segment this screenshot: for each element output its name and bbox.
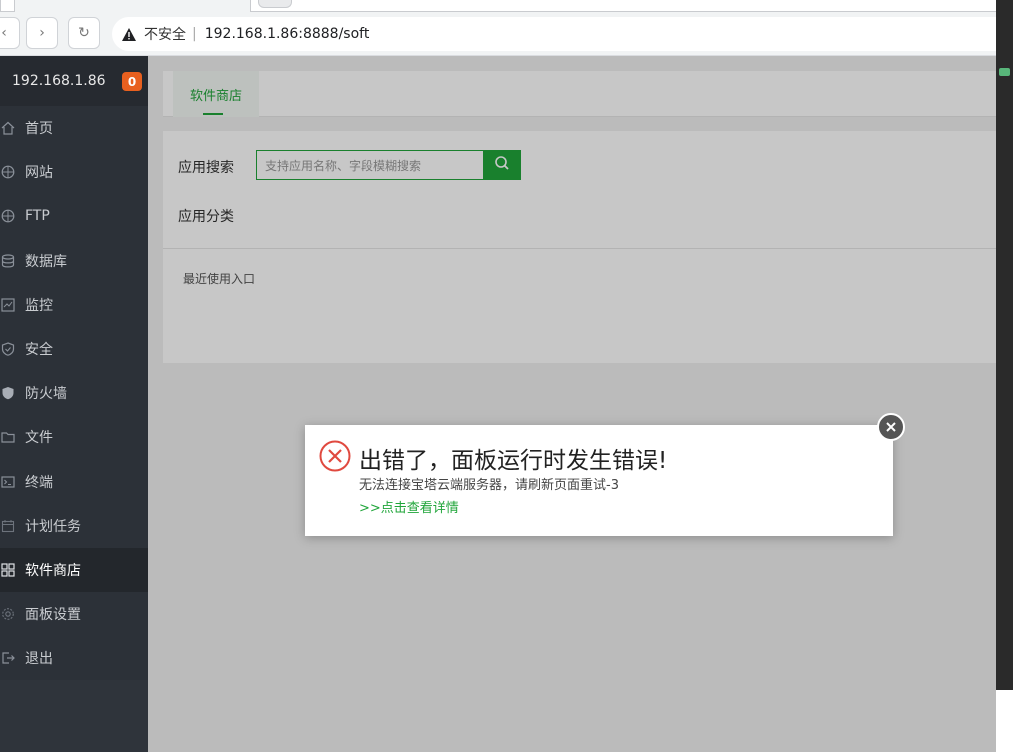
globe-icon <box>0 208 16 224</box>
sidebar-item-terminal[interactable]: 终端 <box>0 460 148 504</box>
address-separator: | <box>192 26 197 42</box>
sidebar-item-ftp[interactable]: FTP <box>0 194 148 238</box>
sidebar-item-label: 数据库 <box>25 253 67 270</box>
sidebar-item-database[interactable]: 数据库 <box>0 239 148 283</box>
monitor-icon <box>0 297 16 313</box>
details-link[interactable]: >>点击查看详情 <box>359 497 459 516</box>
grid-icon <box>0 562 16 578</box>
sidebar-item-label: 网站 <box>25 165 53 182</box>
tab-strip <box>0 0 1013 12</box>
reload-icon: ↻ <box>78 25 90 41</box>
sidebar-item-label: 防火墙 <box>25 386 67 403</box>
notification-badge[interactable]: 0 <box>122 72 142 91</box>
error-dialog: 出错了，面板运行时发生错误! 无法连接宝塔云端服务器，请刷新页面重试-3 >>点… <box>305 425 893 536</box>
sidebar-item-label: 面板设置 <box>25 607 81 624</box>
firewall-icon <box>0 385 16 401</box>
home-icon <box>0 120 16 136</box>
back-button[interactable]: ‹ <box>0 17 20 49</box>
sidebar-item-label: 监控 <box>25 297 53 314</box>
error-title: 出错了，面板运行时发生错误! <box>359 448 668 474</box>
error-message: 无法连接宝塔云端服务器，请刷新页面重试-3 <box>359 478 619 493</box>
sidebar-footer <box>0 680 148 752</box>
browser-tab-active[interactable] <box>250 0 1013 12</box>
sidebar-item-label: 首页 <box>25 121 53 138</box>
browser-tab-left[interactable] <box>0 0 15 12</box>
sidebar-item-label: 软件商店 <box>25 562 81 579</box>
sidebar-item-software-store[interactable]: 软件商店 <box>0 547 148 593</box>
sidebar-item-files[interactable]: 文件 <box>0 415 148 459</box>
database-icon <box>0 253 16 269</box>
gear-icon <box>0 606 16 622</box>
sidebar-item-logout[interactable]: 退出 <box>0 636 148 680</box>
shield-icon <box>0 341 16 357</box>
globe-icon <box>0 164 16 180</box>
sidebar-item-firewall[interactable]: 防火墙 <box>0 371 148 415</box>
logout-icon <box>0 650 16 666</box>
sidebar-item-label: FTP <box>25 208 50 225</box>
close-icon <box>885 418 897 437</box>
sidebar-header: 192.168.1.86 0 <box>0 56 148 106</box>
modal-overlay[interactable] <box>148 56 996 752</box>
calendar-icon <box>0 518 16 534</box>
warning-icon <box>122 27 136 41</box>
reload-button[interactable]: ↻ <box>68 17 100 49</box>
error-icon <box>319 440 351 472</box>
address-bar[interactable]: 不安全 | 192.168.1.86:8888/soft <box>112 17 1013 51</box>
folder-icon <box>0 429 16 445</box>
sidebar-item-label: 文件 <box>25 430 53 447</box>
sidebar-item-home[interactable]: 首页 <box>0 106 148 150</box>
new-tab-button[interactable] <box>258 0 292 8</box>
close-button[interactable] <box>877 413 905 441</box>
sidebar-item-label: 终端 <box>25 474 53 491</box>
sidebar-item-security[interactable]: 安全 <box>0 327 148 371</box>
sidebar-item-label: 退出 <box>25 651 53 668</box>
sidebar-item-monitor[interactable]: 监控 <box>0 283 148 327</box>
url-text[interactable]: 192.168.1.86:8888/soft <box>205 26 370 42</box>
forward-button[interactable]: › <box>26 17 58 49</box>
sidebar-item-label: 计划任务 <box>25 518 81 535</box>
browser-toolbar: ‹ › ↻ 不安全 | 192.168.1.86:8888/soft <box>0 0 1013 56</box>
sidebar: 192.168.1.86 0 首页 网站 FTP 数据库 监控 安全 防火墙 文… <box>0 56 148 752</box>
sidebar-nav: 首页 网站 FTP 数据库 监控 安全 防火墙 文件 终端 计划任务 软件商店 … <box>0 106 148 680</box>
sidebar-item-cron[interactable]: 计划任务 <box>0 504 148 548</box>
sidebar-item-label: 安全 <box>25 342 53 359</box>
terminal-icon <box>0 474 16 490</box>
forward-icon: › <box>39 25 45 41</box>
sidebar-item-settings[interactable]: 面板设置 <box>0 592 148 636</box>
edge-indicator <box>999 68 1010 76</box>
insecure-label[interactable]: 不安全 <box>144 24 186 44</box>
sidebar-item-website[interactable]: 网站 <box>0 150 148 194</box>
server-host[interactable]: 192.168.1.86 <box>12 73 106 89</box>
window-edge <box>996 0 1013 690</box>
back-icon: ‹ <box>1 25 7 41</box>
